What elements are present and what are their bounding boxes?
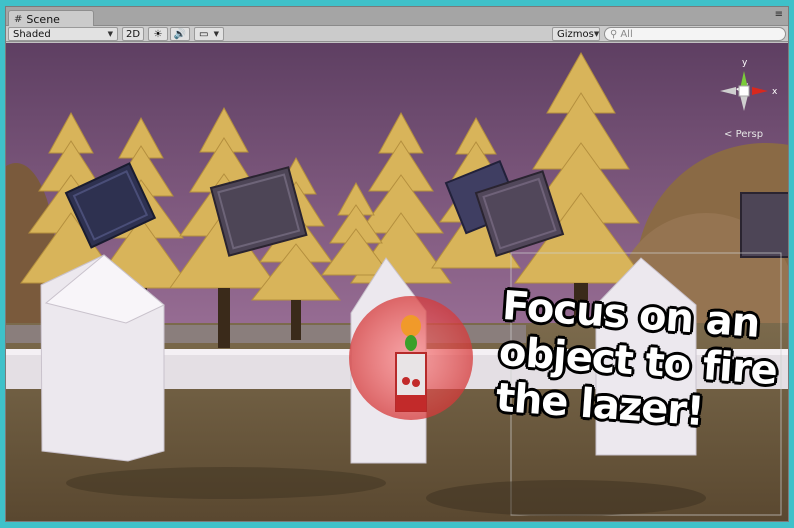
search-icon: ⚲ (610, 28, 618, 40)
svg-text:x: x (772, 87, 778, 97)
instruction-caption: Focus on an object to fire the lazer! (494, 283, 783, 440)
projection-label: Persp (735, 129, 764, 140)
tab-label: Scene (26, 12, 60, 26)
tab-bar: # Scene ≡ (6, 7, 788, 27)
window-menu-icon[interactable]: ≡ (775, 9, 784, 20)
lighting-toggle-button[interactable]: ☀ (148, 27, 168, 41)
search-input[interactable]: ⚲ All (604, 27, 786, 41)
scene-toolbar: Shaded ▼ 2D ☀ 🔊 ▭ ▼ Gizmos ▼ ⚲ All (6, 26, 788, 42)
projection-toggle[interactable]: < Persp (724, 129, 763, 140)
tab-scene[interactable]: # Scene (8, 10, 94, 27)
projection-icon: < (724, 129, 733, 140)
x-axis-arrow[interactable] (752, 87, 768, 95)
scene-window: # Scene ≡ Shaded ▼ 2D ☀ 🔊 ▭ ▼ Gizmos ▼ ⚲… (5, 6, 789, 522)
2d-toggle-button[interactable]: 2D (122, 27, 144, 41)
svg-text:y: y (742, 58, 748, 68)
gizmos-label: Gizmos (557, 28, 594, 40)
draw-mode-dropdown[interactable]: Shaded ▼ (8, 27, 118, 41)
scene-render (6, 43, 788, 521)
chevron-down-icon: ▼ (593, 30, 600, 38)
2d-label: 2D (125, 28, 141, 40)
audio-toggle-button[interactable]: 🔊 (170, 27, 190, 41)
effects-dropdown[interactable]: ▭ ▼ (194, 27, 224, 41)
scene-viewport[interactable]: y x < Persp Focus on an object to fire t… (6, 43, 788, 521)
image-icon: ▭ (199, 28, 209, 40)
draw-mode-label: Shaded (13, 28, 51, 40)
search-placeholder: All (620, 28, 633, 40)
chevron-down-icon: ▼ (213, 30, 219, 38)
grid-icon: # (14, 13, 23, 25)
gizmos-dropdown[interactable]: Gizmos ▼ (552, 27, 600, 41)
chevron-down-icon: ▼ (107, 30, 113, 38)
speaker-icon: 🔊 (173, 28, 187, 40)
sun-icon: ☀ (153, 28, 163, 40)
